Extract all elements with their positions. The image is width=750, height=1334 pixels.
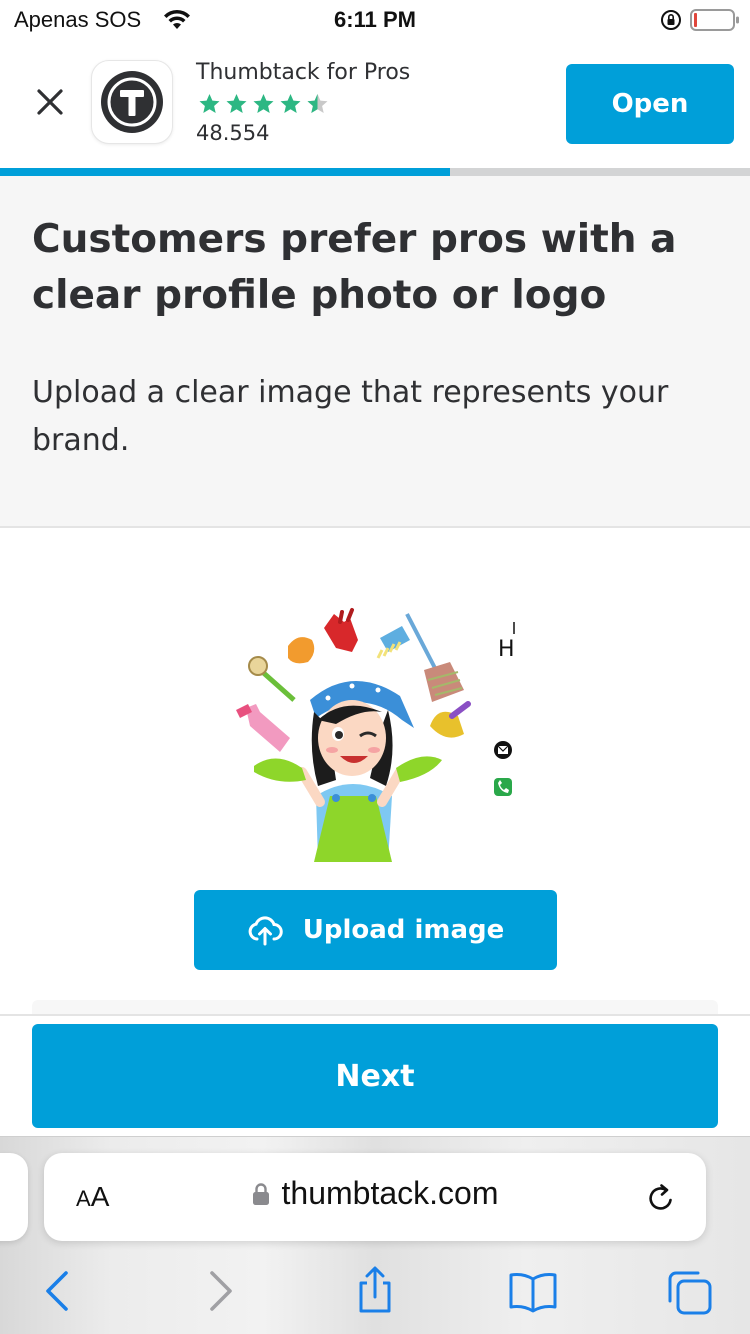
progress-bar [0, 168, 750, 176]
image-text: H [498, 637, 515, 662]
profile-image-preview: H [236, 608, 515, 862]
open-app-button[interactable]: Open [566, 64, 734, 144]
bookmarks-icon[interactable] [508, 1269, 558, 1313]
star-icon [226, 94, 247, 113]
half-star-icon [307, 94, 328, 113]
upload-image-label: Upload image [302, 915, 505, 945]
share-icon[interactable] [353, 1265, 397, 1315]
app-icon [91, 60, 173, 144]
close-icon[interactable] [34, 86, 66, 118]
lock-icon [252, 1182, 269, 1205]
progress-fill [0, 168, 450, 176]
star-icon [199, 94, 220, 113]
browser-chrome: AA thumbtack.com [0, 1136, 750, 1334]
content-card-peek [32, 1000, 718, 1014]
star-icon [253, 94, 274, 113]
previous-tab-preview[interactable] [0, 1153, 28, 1241]
page-subtitle: Upload a clear image that represents you… [32, 375, 669, 458]
clock: 6:11 PM [334, 7, 416, 32]
forward-icon[interactable] [198, 1269, 242, 1313]
star-icon [280, 94, 301, 113]
browser-toolbar [0, 1265, 750, 1334]
thumbtack-logo-icon [107, 77, 157, 127]
page-title: Customers prefer pros with a clear profi… [32, 217, 677, 318]
header-section: Customers prefer pros with a clear profi… [0, 176, 750, 528]
rating-count: 48.554 [196, 121, 270, 145]
smart-app-banner: Thumbtack for Pros 48.554 Open [0, 42, 750, 168]
battery-icon [690, 9, 739, 31]
next-button[interactable]: Next [32, 1024, 718, 1128]
orientation-lock-icon [661, 10, 681, 30]
app-name: Thumbtack for Pros [196, 60, 411, 85]
address-bar[interactable]: AA thumbtack.com [44, 1153, 706, 1241]
cloud-upload-icon [248, 916, 283, 946]
status-bar: Apenas SOS 6:11 PM [0, 0, 750, 42]
back-icon[interactable] [36, 1269, 80, 1313]
url-text: thumbtack.com [281, 1175, 499, 1211]
reload-icon[interactable] [644, 1181, 678, 1215]
tabs-icon[interactable] [666, 1269, 714, 1317]
star-rating [196, 92, 331, 116]
upload-image-button[interactable]: Upload image [194, 890, 557, 970]
